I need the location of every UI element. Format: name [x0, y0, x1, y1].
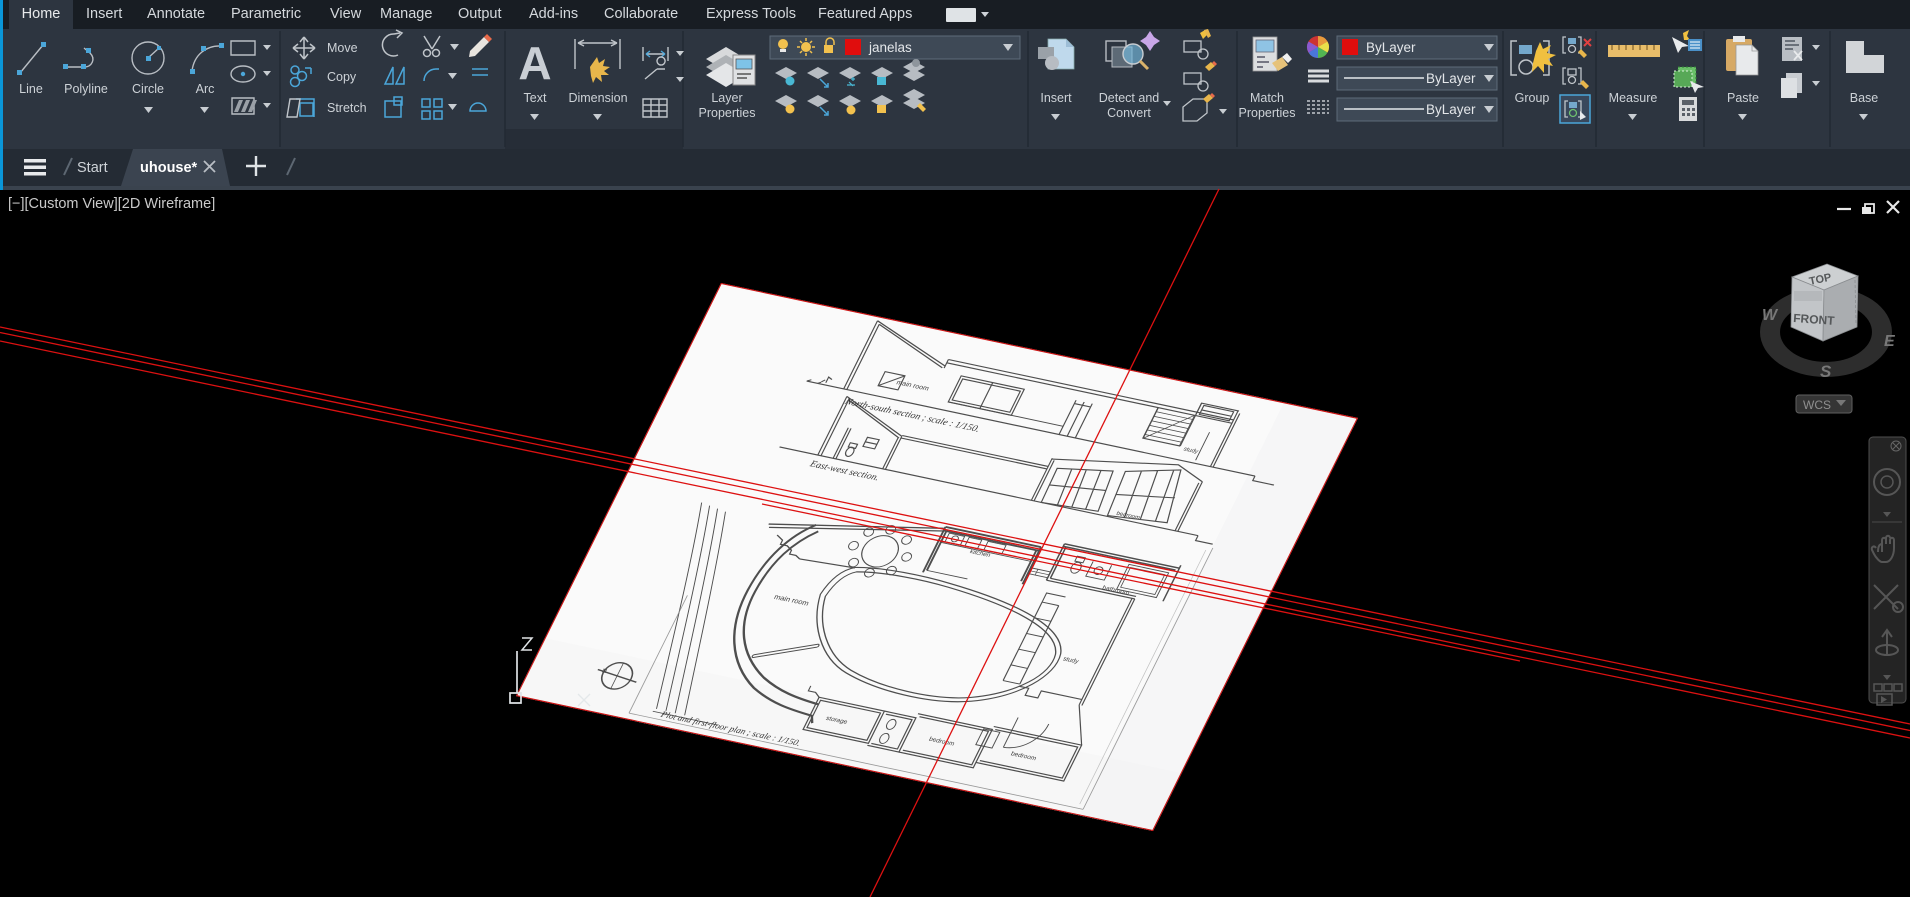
svg-text:S: S	[1820, 362, 1832, 381]
svg-text:E: E	[1884, 333, 1896, 350]
svg-text:W: W	[1762, 307, 1779, 324]
svg-text:FRONT: FRONT	[1793, 311, 1836, 328]
svg-text:WCS: WCS	[1803, 398, 1831, 412]
